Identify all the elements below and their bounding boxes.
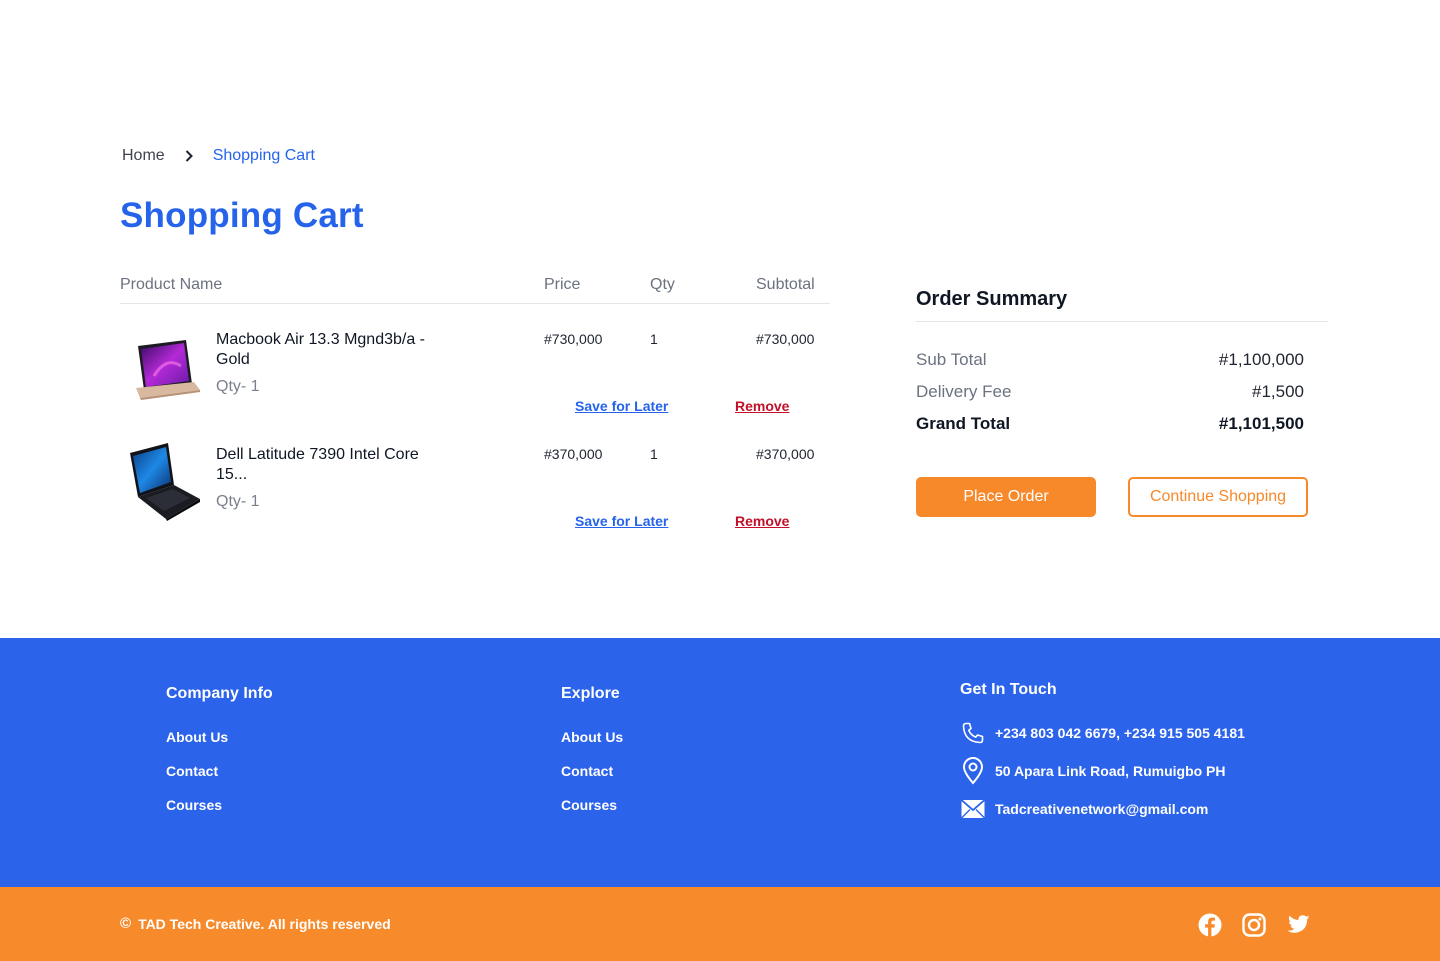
contact-address-text[interactable]: 50 Apara Link Road, Rumuigbo PH bbox=[995, 763, 1226, 779]
grand-total-value: #1,101,500 bbox=[1218, 414, 1304, 433]
product-qty-label: Qty- 1 bbox=[216, 493, 260, 510]
dell-product-image[interactable] bbox=[126, 441, 204, 521]
order-summary: Order Summary Sub Total #1,100,000 Deliv… bbox=[916, 288, 1328, 446]
social-links bbox=[1197, 912, 1329, 938]
footer-touch-title: Get In Touch bbox=[960, 681, 1057, 698]
footer-link-about-us[interactable]: About Us bbox=[166, 729, 273, 745]
sub-total-row: Sub Total #1,100,000 bbox=[916, 350, 1328, 382]
remove-link[interactable]: Remove bbox=[735, 513, 789, 529]
breadcrumb: Home Shopping Cart bbox=[122, 146, 315, 166]
cart-row: Macbook Air 13.3 Mgnd3b/a - Gold Qty- 1 … bbox=[120, 326, 830, 441]
grand-total-row: Grand Total #1,101,500 bbox=[916, 414, 1328, 446]
contact-email-text[interactable]: Tadcreativenetwork@gmail.com bbox=[995, 801, 1208, 817]
product-qty: 1 bbox=[650, 331, 658, 347]
location-pin-icon bbox=[960, 757, 986, 785]
macbook-product-image[interactable] bbox=[126, 326, 204, 406]
breadcrumb-current[interactable]: Shopping Cart bbox=[213, 147, 315, 165]
instagram-icon[interactable] bbox=[1241, 912, 1267, 938]
copyright: © TAD Tech Creative. All rights reserved bbox=[120, 915, 391, 932]
twitter-icon[interactable] bbox=[1285, 912, 1311, 938]
header-subtotal: Subtotal bbox=[756, 276, 815, 293]
product-qty: 1 bbox=[650, 446, 658, 462]
product-subtotal: #370,000 bbox=[756, 446, 815, 462]
mail-icon bbox=[960, 796, 986, 822]
footer-company-info: Company Info About Us Contact Courses bbox=[166, 685, 273, 831]
footer-explore-title: Explore bbox=[561, 685, 620, 702]
order-summary-title: Order Summary bbox=[916, 288, 1328, 322]
product-qty-label: Qty- 1 bbox=[216, 378, 260, 395]
product-name[interactable]: Dell Latitude 7390 Intel Core 15... bbox=[216, 445, 446, 485]
remove-link[interactable]: Remove bbox=[735, 398, 789, 414]
header-product-name: Product Name bbox=[120, 276, 223, 293]
product-price: #370,000 bbox=[544, 446, 603, 462]
footer-link-contact[interactable]: Contact bbox=[166, 763, 273, 779]
phone-icon bbox=[960, 720, 986, 746]
footer-company-title: Company Info bbox=[166, 685, 273, 702]
sub-total-value: #1,100,000 bbox=[1218, 350, 1304, 369]
delivery-fee-row: Delivery Fee #1,500 bbox=[916, 382, 1328, 414]
grand-total-label: Grand Total bbox=[916, 414, 1011, 433]
footer: Company Info About Us Contact Courses Ex… bbox=[0, 638, 1440, 887]
facebook-icon[interactable] bbox=[1197, 912, 1223, 938]
save-for-later-link[interactable]: Save for Later bbox=[575, 398, 668, 414]
footer-explore: Explore About Us Contact Courses bbox=[561, 685, 623, 831]
footer-get-in-touch: Get In Touch +234 803 042 6679, +234 915… bbox=[960, 681, 1245, 835]
cart-table: Product Name Price Qty Subtotal Macbook … bbox=[120, 270, 830, 556]
breadcrumb-home-link[interactable]: Home bbox=[122, 147, 165, 165]
delivery-fee-label: Delivery Fee bbox=[916, 382, 1012, 401]
copyright-icon: © bbox=[120, 915, 132, 932]
save-for-later-link[interactable]: Save for Later bbox=[575, 513, 668, 529]
footer-link-about-us[interactable]: About Us bbox=[561, 729, 623, 745]
place-order-button[interactable]: Place Order bbox=[916, 477, 1096, 517]
delivery-fee-value: #1,500 bbox=[1252, 382, 1304, 401]
contact-email: Tadcreativenetwork@gmail.com bbox=[960, 797, 1245, 821]
product-subtotal: #730,000 bbox=[756, 331, 815, 347]
footer-link-contact[interactable]: Contact bbox=[561, 763, 623, 779]
product-name[interactable]: Macbook Air 13.3 Mgnd3b/a - Gold bbox=[216, 330, 446, 370]
cart-table-header: Product Name Price Qty Subtotal bbox=[120, 270, 830, 304]
header-price: Price bbox=[544, 276, 581, 293]
footer-link-courses[interactable]: Courses bbox=[166, 797, 273, 813]
sub-total-label: Sub Total bbox=[916, 350, 987, 369]
contact-phone-text[interactable]: +234 803 042 6679, +234 915 505 4181 bbox=[995, 725, 1245, 741]
copyright-bar: © TAD Tech Creative. All rights reserved bbox=[0, 887, 1440, 961]
page-title: Shopping Cart bbox=[120, 196, 364, 235]
contact-address: 50 Apara Link Road, Rumuigbo PH bbox=[960, 757, 1245, 785]
chevron-right-icon bbox=[185, 146, 195, 166]
contact-phone: +234 803 042 6679, +234 915 505 4181 bbox=[960, 721, 1245, 745]
continue-shopping-button[interactable]: Continue Shopping bbox=[1128, 477, 1308, 517]
product-price: #730,000 bbox=[544, 331, 603, 347]
footer-link-courses[interactable]: Courses bbox=[561, 797, 623, 813]
header-qty: Qty bbox=[650, 276, 675, 293]
cart-row: Dell Latitude 7390 Intel Core 15... Qty-… bbox=[120, 441, 830, 556]
copyright-text: TAD Tech Creative. All rights reserved bbox=[138, 915, 391, 932]
